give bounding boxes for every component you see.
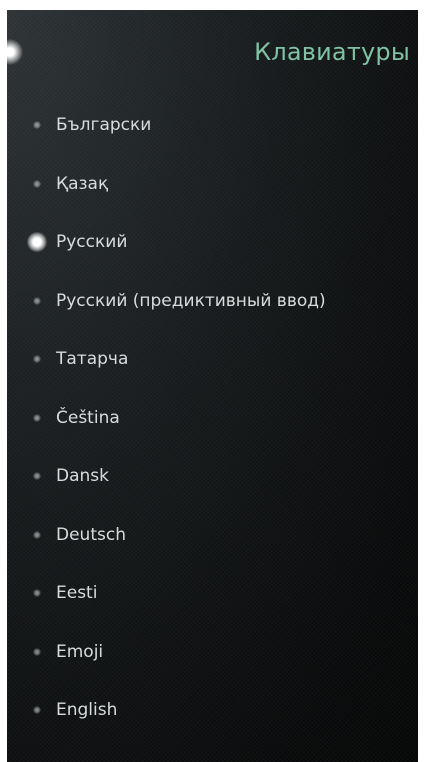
keyboard-label: Eesti — [56, 583, 98, 604]
keyboard-item-bulgarian[interactable]: Български — [7, 96, 418, 155]
radio-dot-icon — [33, 647, 41, 656]
keyboard-label: Emoji — [56, 641, 104, 662]
keyboard-label: Deutsch — [56, 524, 126, 545]
page-title: Клавиатуры — [254, 38, 410, 66]
keyboard-label: Dansk — [56, 466, 109, 487]
keyboard-item-danish[interactable]: Dansk — [7, 447, 418, 506]
keyboard-item-russian[interactable]: Русский — [7, 213, 418, 272]
keyboard-item-emoji[interactable]: Emoji — [7, 623, 418, 682]
keyboard-label: Čeština — [56, 407, 120, 428]
keyboard-item-estonian[interactable]: Eesti — [7, 564, 418, 623]
keyboard-item-kazakh[interactable]: Қазақ — [7, 155, 418, 214]
radio-dot-icon — [33, 179, 41, 188]
keyboard-label: English — [56, 700, 118, 721]
keyboard-item-german[interactable]: Deutsch — [7, 506, 418, 565]
radio-dot-icon — [33, 121, 41, 130]
keyboard-label: Русский (предиктивный ввод) — [56, 290, 326, 311]
radio-dot-selected-icon — [27, 232, 47, 253]
app-screen: Клавиатуры Български Қазақ Русский Русск… — [7, 10, 418, 762]
radio-dot-icon — [33, 355, 41, 364]
keyboard-item-english[interactable]: English — [7, 681, 418, 740]
keyboard-label: Татарча — [56, 349, 129, 370]
keyboard-label: Қазақ — [56, 173, 109, 194]
keyboard-item-czech[interactable]: Čeština — [7, 389, 418, 448]
radio-dot-icon — [33, 589, 41, 598]
radio-dot-icon — [33, 413, 41, 422]
keyboard-item-russian-predictive[interactable]: Русский (предиктивный ввод) — [7, 272, 418, 331]
keyboard-list: Български Қазақ Русский Русский (предикт… — [7, 96, 418, 740]
keyboard-label: Русский — [56, 232, 128, 253]
radio-dot-icon — [33, 706, 41, 715]
radio-dot-icon — [33, 296, 41, 305]
pulley-menu-indicator[interactable] — [7, 39, 23, 65]
radio-dot-icon — [33, 472, 41, 481]
keyboard-label: Български — [56, 115, 152, 136]
radio-dot-icon — [33, 530, 41, 539]
keyboard-item-tatar[interactable]: Татарча — [7, 330, 418, 389]
